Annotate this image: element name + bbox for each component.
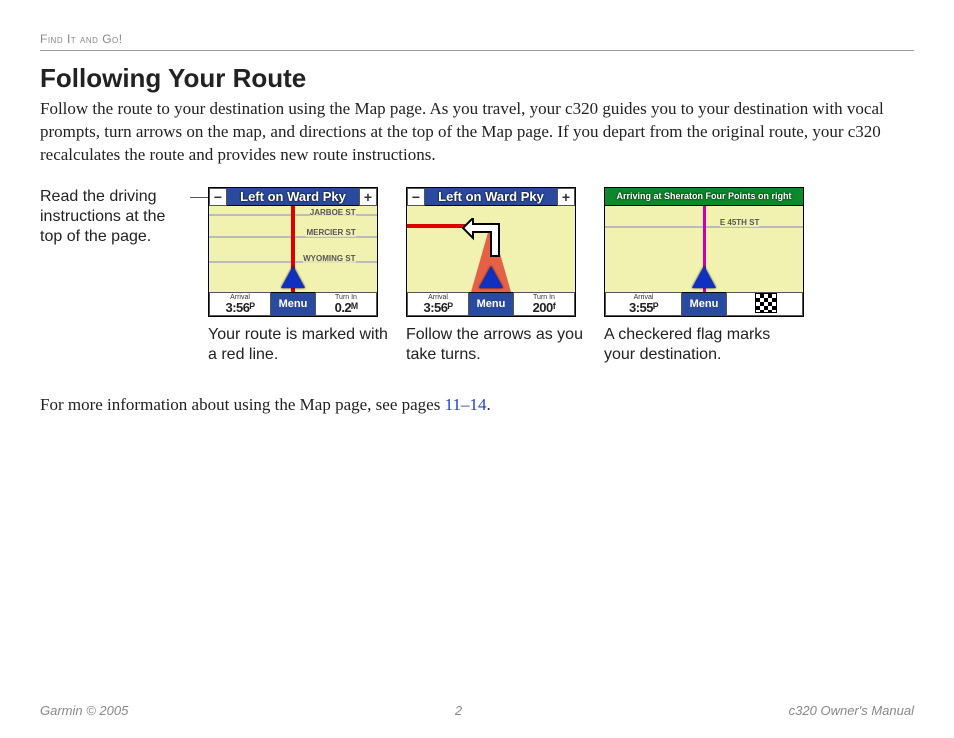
direction-bar: Left on Ward Pky: [425, 188, 557, 206]
arrival-value: 3:56ᴾ: [226, 301, 255, 314]
menu-button[interactable]: Menu: [682, 292, 726, 316]
side-note-text: Read the driving instructions at the top…: [40, 188, 165, 245]
checkered-flag-icon: [755, 293, 777, 313]
gps-screen-1: − Left on Ward Pky + JARBOE ST MERCIER S…: [208, 187, 378, 317]
footer-left: Garmin © 2005: [40, 703, 128, 718]
arrival-cell[interactable]: Arrival 3:55ᴾ: [605, 292, 682, 316]
page-link[interactable]: 11–14: [445, 395, 487, 414]
figures-row: Read the driving instructions at the top…: [40, 187, 914, 365]
gps-screen-2: − Left on Ward Pky + Arrival 3:56ᴾ Menu: [406, 187, 576, 317]
map-area[interactable]: [407, 206, 575, 292]
map-area[interactable]: E 45TH ST: [605, 206, 803, 292]
turnin-value: 0.2ᴹ: [335, 301, 358, 314]
footer-page-number: 2: [455, 703, 462, 718]
menu-button[interactable]: Menu: [469, 292, 513, 316]
arrival-cell[interactable]: Arrival 3:56ᴾ: [407, 292, 469, 316]
vehicle-icon: [479, 266, 503, 288]
figure-caption: Follow the arrows as you take turns.: [406, 325, 586, 365]
vehicle-icon: [281, 266, 305, 288]
arrival-value: 3:56ᴾ: [424, 301, 453, 314]
road-label: MERCIER ST: [306, 228, 355, 237]
turnin-value: 200ᶠ: [533, 301, 556, 314]
arrival-cell[interactable]: Arrival 3:56ᴾ: [209, 292, 271, 316]
arrival-value: 3:55ᴾ: [629, 301, 658, 314]
vehicle-icon: [692, 266, 716, 288]
flag-cell[interactable]: [726, 292, 803, 316]
page-footer: Garmin © 2005 2 c320 Owner's Manual: [40, 703, 914, 718]
more-info-post: .: [486, 395, 490, 414]
side-note: Read the driving instructions at the top…: [40, 187, 190, 247]
figure-caption: A checkered flag marks your destination.: [604, 325, 804, 365]
zoom-out-icon[interactable]: −: [209, 188, 227, 206]
direction-bar: Arriving at Sheraton Four Points on righ…: [605, 188, 803, 206]
road-label: E 45TH ST: [720, 218, 760, 227]
intro-paragraph: Follow the route to your destination usi…: [40, 98, 914, 167]
page-title: Following Your Route: [40, 63, 914, 94]
zoom-out-icon[interactable]: −: [407, 188, 425, 206]
map-area[interactable]: JARBOE ST MERCIER ST WYOMING ST: [209, 206, 377, 292]
more-info: For more information about using the Map…: [40, 395, 914, 415]
road-label: JARBOE ST: [310, 208, 356, 217]
more-info-pre: For more information about using the Map…: [40, 395, 445, 414]
figure-1: − Left on Ward Pky + JARBOE ST MERCIER S…: [208, 187, 388, 365]
figure-2: − Left on Ward Pky + Arrival 3:56ᴾ Menu: [406, 187, 586, 365]
road-label: WYOMING ST: [303, 254, 355, 263]
gps-screen-3: Arriving at Sheraton Four Points on righ…: [604, 187, 804, 317]
turnin-cell[interactable]: Turn In 200ᶠ: [513, 292, 575, 316]
breadcrumb: Find It and Go!: [40, 32, 123, 46]
figure-3: Arriving at Sheraton Four Points on righ…: [604, 187, 804, 365]
zoom-in-icon[interactable]: +: [359, 188, 377, 206]
direction-bar: Left on Ward Pky: [227, 188, 359, 206]
turnin-cell[interactable]: Turn In 0.2ᴹ: [315, 292, 377, 316]
footer-right: c320 Owner's Manual: [789, 703, 914, 718]
zoom-in-icon[interactable]: +: [557, 188, 575, 206]
turn-arrow-icon: [461, 218, 511, 258]
figure-caption: Your route is marked with a red line.: [208, 325, 388, 365]
menu-button[interactable]: Menu: [271, 292, 315, 316]
